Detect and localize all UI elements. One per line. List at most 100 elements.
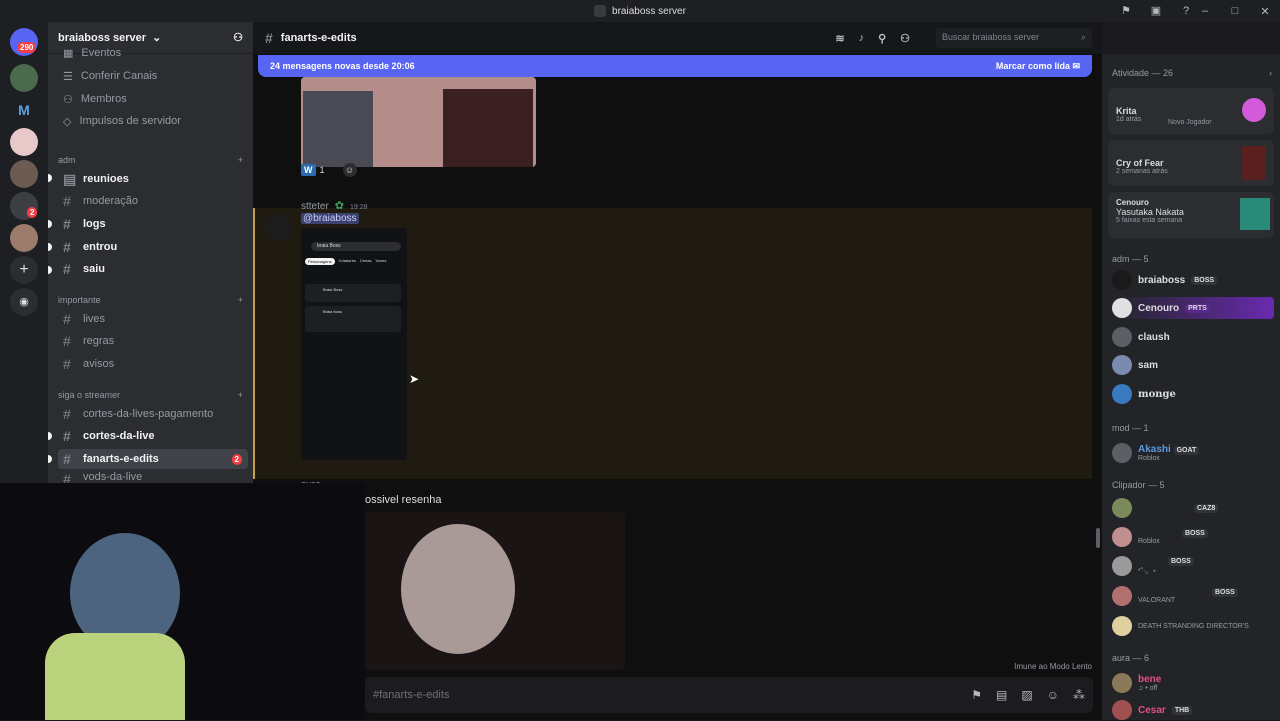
channel-browse[interactable]: ☰ Conferir Canais <box>58 66 248 86</box>
bell-icon[interactable]: ♪ <box>859 32 865 45</box>
plus-icon[interactable]: + <box>238 295 243 305</box>
close-button[interactable]: ✕ <box>1250 5 1280 18</box>
reaction[interactable]: W 1 ☺ <box>301 163 357 177</box>
channel-fanarts-e-edits[interactable]: # fanarts-e-edits 2 <box>58 449 248 469</box>
channel-moderacao[interactable]: # moderação <box>58 191 248 211</box>
message-text: ossivel resenha <box>365 494 442 506</box>
list-icon: ☰ <box>63 70 73 83</box>
guild-icon[interactable] <box>10 128 38 156</box>
phone-result: Braia Boss <box>305 284 401 302</box>
explore-icon[interactable]: ◉ <box>10 288 38 316</box>
attachment-video[interactable] <box>365 512 625 670</box>
avatar[interactable] <box>265 214 291 240</box>
guild-icon[interactable] <box>10 64 38 92</box>
channel-entrou[interactable]: # entrou <box>58 237 248 257</box>
photo-face <box>443 89 533 167</box>
guild-m[interactable]: M <box>10 96 38 124</box>
new-messages-bar[interactable]: 24 mensagens novas desde 20:06 Marcar co… <box>258 55 1092 77</box>
member-item[interactable]: braiaboss BOSS <box>1112 269 1274 291</box>
sticker-icon[interactable]: ▨ <box>1021 688 1032 702</box>
member-item[interactable]: claush <box>1112 326 1274 348</box>
mouse-cursor: ➤ <box>409 372 420 386</box>
member-item[interactable]: DEATH STRANDING DIRECTOR'S <box>1112 615 1274 637</box>
channel-reunioes[interactable]: ▤ reunioes <box>58 169 248 189</box>
channel-logs[interactable]: # logs <box>58 214 248 234</box>
guild-icon[interactable] <box>10 224 38 252</box>
gif-icon[interactable]: ▤ <box>996 688 1007 702</box>
add-reaction-icon[interactable]: ☺ <box>342 163 357 177</box>
category-adm[interactable]: adm + <box>58 155 243 165</box>
member-item[interactable]: CAZ8 <box>1112 497 1274 519</box>
member-item[interactable]: monge <box>1112 383 1274 405</box>
channel-regras[interactable]: # regras <box>58 331 248 351</box>
add-member-icon[interactable]: ⚇ <box>233 31 243 44</box>
member-item[interactable]: BOSS Roblox <box>1112 524 1274 550</box>
member-item[interactable]: BOSS *˚‧。⋆ <box>1112 553 1274 579</box>
user-mention[interactable]: @braiaboss <box>301 213 359 224</box>
message-author[interactable]: stteter <box>301 201 329 212</box>
activity-card[interactable]: Cry of Fear 2 semanas atrás <box>1108 140 1274 186</box>
member-item[interactable]: Cenouro PRTS <box>1112 297 1274 319</box>
add-server-icon[interactable]: + <box>10 256 38 284</box>
channel-events[interactable]: ▦ Eventos <box>58 48 248 58</box>
mark-read-button[interactable]: Marcar como lida ✉ <box>996 61 1080 72</box>
member-item[interactable]: sam <box>1112 354 1274 376</box>
pin-icon[interactable]: ⚲ <box>878 32 886 45</box>
webcam-overlay <box>0 483 365 720</box>
member-item[interactable]: BOSS VALORANT <box>1112 583 1274 609</box>
inbox-icon[interactable]: ⚑ <box>1118 3 1134 19</box>
gift-icon[interactable]: ⚑ <box>971 688 982 702</box>
avatar <box>1112 586 1132 606</box>
avatar <box>1112 384 1132 404</box>
phone-search: braia Boss <box>311 242 401 251</box>
phone-screenshot[interactable]: braia Boss Personagens Criadores Cenas V… <box>301 228 407 460</box>
photo-face <box>401 524 515 654</box>
channel-lives[interactable]: # lives <box>58 309 248 329</box>
plus-icon[interactable]: + <box>238 390 243 400</box>
member-item[interactable]: Cesar THB <box>1112 699 1274 721</box>
message-input[interactable]: #fanarts-e-edits ⚑ ▤ ▨ ☺ ⁂ <box>365 677 1093 713</box>
krita-icon <box>1242 98 1266 122</box>
search-input[interactable]: Buscar braiaboss server ⌕ <box>936 28 1092 48</box>
badge-icon: ✿ <box>334 200 345 212</box>
server-name: braiaboss server <box>58 31 147 44</box>
emoji-icon[interactable]: ☺ <box>1047 688 1059 702</box>
apps-icon[interactable]: ⁂ <box>1073 688 1085 702</box>
album-cover <box>1240 198 1270 230</box>
scrollbar[interactable] <box>1096 528 1100 548</box>
activity-card[interactable]: Krita 1d atrás Novo Jogador <box>1108 88 1274 134</box>
channel-saiu[interactable]: # saiu <box>58 259 248 279</box>
channel-vods[interactable]: # vods-da-live <box>58 471 248 483</box>
channel-cortes-pagamento[interactable]: # cortes-da-lives-pagamento <box>58 404 248 424</box>
members-toggle-icon[interactable]: ⚇ <box>900 32 910 45</box>
member-list: Atividade — 26 › Krita 1d atrás Novo Joga… <box>1102 54 1280 720</box>
member-item[interactable]: Akashi GOAT Roblox <box>1112 440 1274 466</box>
home-badge: 290 <box>17 42 37 53</box>
minimize-button[interactable]: – <box>1190 5 1220 17</box>
category-streamer[interactable]: siga o streamer + <box>58 390 243 400</box>
guild-icon[interactable] <box>10 160 38 188</box>
channel-cortes-da-live[interactable]: # cortes-da-live <box>58 426 248 446</box>
channel-avisos[interactable]: # avisos <box>58 354 248 374</box>
threads-icon[interactable]: ≋ <box>835 32 844 45</box>
game-cover <box>1242 146 1266 180</box>
avatar <box>1112 327 1132 347</box>
avatar <box>1112 443 1132 463</box>
activity-card[interactable]: Cenouro Yasutaka Nakata 5 faixas esta se… <box>1108 192 1274 238</box>
unread-pip <box>48 174 52 182</box>
activity-header[interactable]: Atividade — 26 › <box>1112 68 1272 78</box>
channel-members[interactable]: ⚇ Membros <box>58 89 248 109</box>
avatar <box>1112 498 1132 518</box>
maximize-button[interactable]: □ <box>1220 5 1250 17</box>
member-item[interactable]: bene ♫ • off <box>1112 670 1274 696</box>
category-importante[interactable]: importante + <box>58 295 243 305</box>
title-bar: braiaboss server ⚑ ▣ ? – □ ✕ <box>0 0 1280 22</box>
screen-icon[interactable]: ▣ <box>1148 3 1164 19</box>
chevron-right-icon: › <box>1269 68 1272 78</box>
phone-result: Braia boss <box>305 306 401 332</box>
attachment-image[interactable] <box>301 77 536 167</box>
boost-icon: ◇ <box>63 115 72 128</box>
photo-face <box>303 91 373 167</box>
plus-icon[interactable]: + <box>238 155 243 165</box>
channel-boosts[interactable]: ◇ Impulsos de servidor <box>58 111 248 131</box>
